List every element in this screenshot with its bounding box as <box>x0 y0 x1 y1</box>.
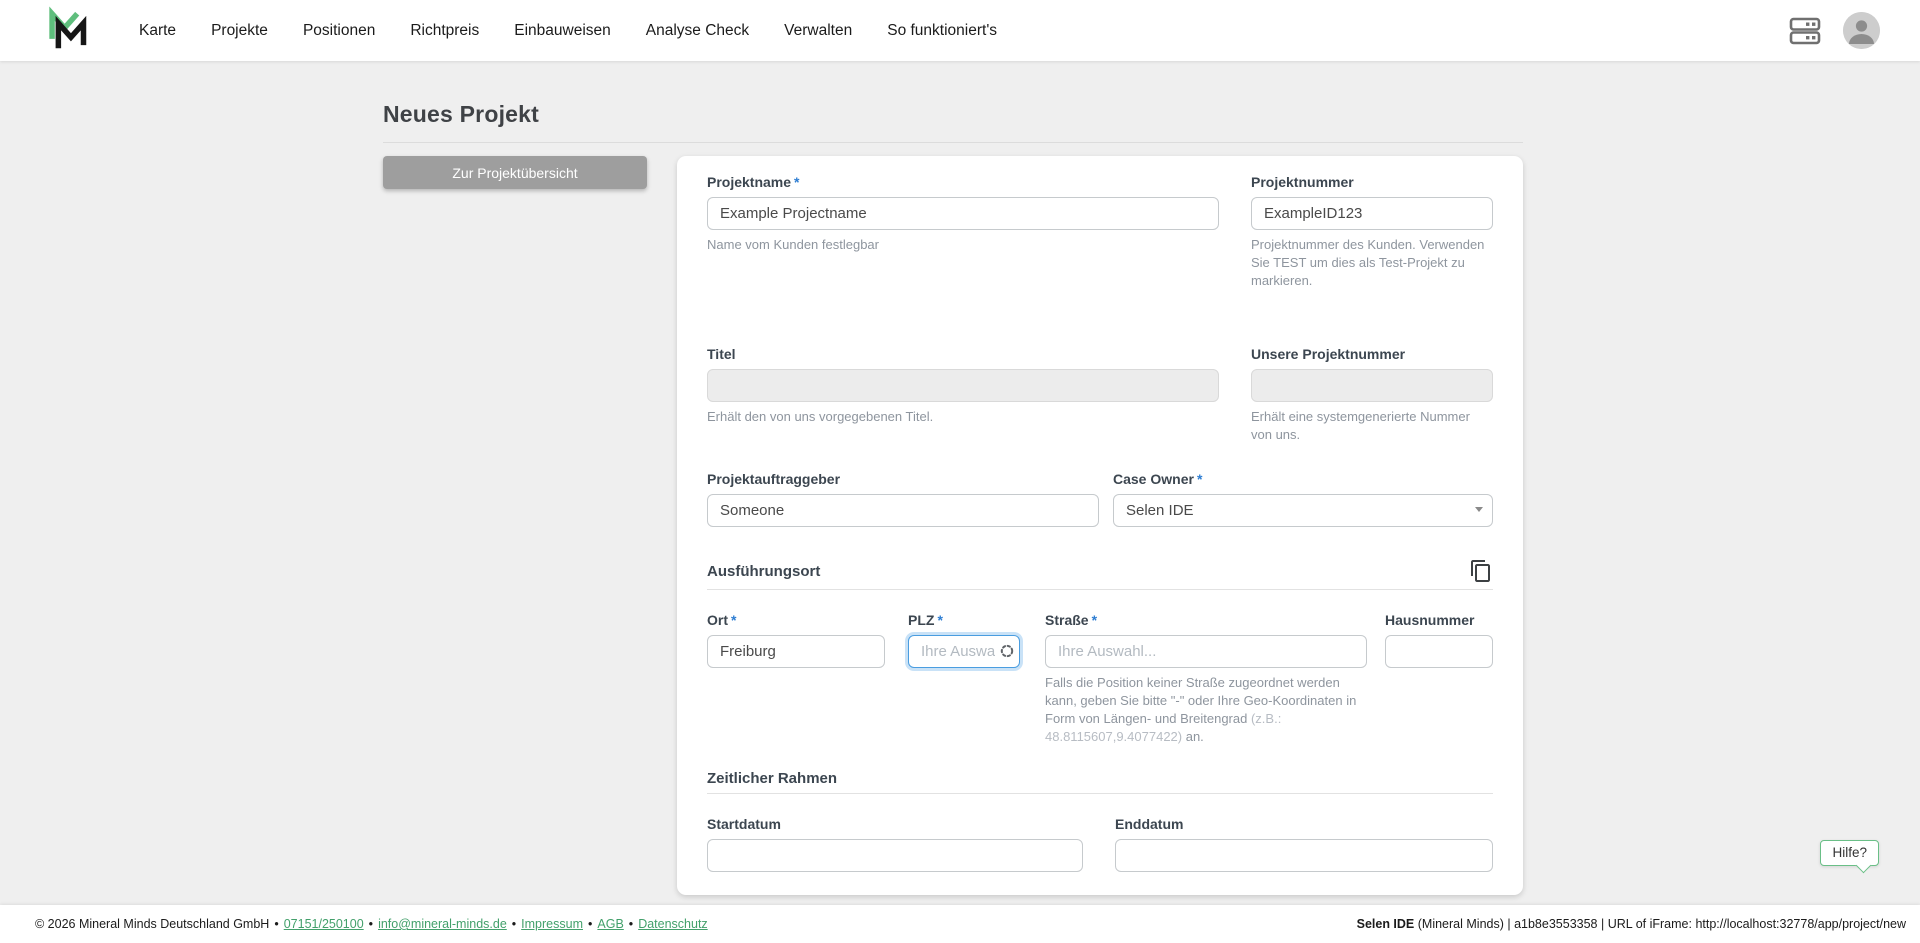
ausfuehrungsort-section-title: Ausführungsort <box>707 562 821 580</box>
strasse-field: Straße* Falls die Position keiner Straße… <box>1045 612 1367 746</box>
unsere-projektnummer-label: Unsere Projektnummer <box>1251 346 1406 362</box>
startdatum-input[interactable] <box>707 839 1083 872</box>
titel-label: Titel <box>707 346 736 362</box>
user-avatar-icon[interactable] <box>1843 12 1880 49</box>
unsere-projektnummer-helper: Erhält eine systemgenerierte Nummer von … <box>1251 409 1470 442</box>
enddatum-label: Enddatum <box>1115 816 1184 832</box>
startdatum-label: Startdatum <box>707 816 781 832</box>
nav-verwalten[interactable]: Verwalten <box>784 22 852 40</box>
copyright-text: © 2026 Mineral Minds Deutschland GmbH <box>35 917 270 931</box>
projektnummer-field: Projektnummer Projektnummer des Kunden. … <box>1251 174 1493 290</box>
nav-so-funktionierts[interactable]: So funktioniert's <box>887 22 997 40</box>
nav-projekte[interactable]: Projekte <box>211 22 268 40</box>
required-marker: * <box>1091 612 1098 628</box>
main-content: Neues Projekt Zur Projektübersicht Proje… <box>383 61 1906 943</box>
case-owner-field: Case Owner * <box>1113 471 1493 527</box>
unsere-projektnummer-field: Unsere Projektnummer Erhält eine systemg… <box>1251 346 1493 444</box>
page-title: Neues Projekt <box>383 101 539 127</box>
chevron-down-icon <box>1475 507 1483 512</box>
zur-projektuebersicht-button[interactable]: Zur Projektübersicht <box>383 156 647 189</box>
project-form-card: Projektname* Name vom Kunden festlegbar … <box>677 156 1523 895</box>
projektauftraggeber-label: Projektauftraggeber <box>707 471 841 487</box>
enddatum-field: Enddatum <box>1115 816 1493 872</box>
strasse-label: Straße <box>1045 612 1089 628</box>
projektauftraggeber-field: Projektauftraggeber <box>707 471 1099 527</box>
session-info: Selen IDE (Mineral Minds) | a1b8e3553358… <box>1356 917 1906 931</box>
projektauftraggeber-input[interactable] <box>707 494 1099 527</box>
main-nav: Karte Projekte Positionen Richtpreis Ein… <box>139 22 997 40</box>
projektname-field: Projektname* Name vom Kunden festlegbar <box>707 174 1219 254</box>
plz-field: PLZ * <box>908 612 1020 668</box>
logo-icon <box>49 5 87 48</box>
footer-link-phone[interactable]: 07151/250100 <box>284 917 364 931</box>
loading-spinner-icon <box>1000 644 1014 663</box>
case-owner-label: Case Owner <box>1113 471 1194 487</box>
projektnummer-helper: Projektnummer des Kunden. Verwenden Sie … <box>1251 237 1485 288</box>
hilfe-button[interactable]: Hilfe? <box>1820 840 1879 866</box>
enddatum-input[interactable] <box>1115 839 1493 872</box>
projektname-label: Projektname <box>707 174 792 190</box>
zeitlicher-rahmen-section-title: Zeitlicher Rahmen <box>707 770 838 787</box>
nav-positionen[interactable]: Positionen <box>303 22 375 40</box>
plz-label: PLZ <box>908 612 935 628</box>
startdatum-field: Startdatum <box>707 816 1083 872</box>
strasse-input[interactable] <box>1045 635 1367 668</box>
section-divider <box>707 589 1493 590</box>
hausnummer-label: Hausnummer <box>1385 612 1475 628</box>
footer-link-agb[interactable]: AGB <box>597 917 623 931</box>
hausnummer-field: Hausnummer <box>1385 612 1493 668</box>
ort-label: Ort <box>707 612 728 628</box>
ort-input[interactable] <box>707 635 885 668</box>
unsere-projektnummer-input <box>1251 369 1493 402</box>
titel-field: Titel Erhält den von uns vorgegebenen Ti… <box>707 346 1219 426</box>
copy-icon[interactable] <box>1469 559 1493 583</box>
titel-helper: Erhält den von uns vorgegebenen Titel. <box>707 409 934 424</box>
nav-einbauweisen[interactable]: Einbauweisen <box>514 22 611 40</box>
hausnummer-input[interactable] <box>1385 635 1493 668</box>
footer-link-email[interactable]: info@mineral-minds.de <box>378 917 507 931</box>
mineral-minds-logo[interactable] <box>45 5 91 57</box>
strasse-helper: Falls die Position keiner Straße zugeord… <box>1045 675 1357 744</box>
projektname-input[interactable] <box>707 197 1219 230</box>
server-icon[interactable] <box>1789 16 1821 46</box>
case-owner-select[interactable] <box>1113 494 1493 527</box>
app-header: Karte Projekte Positionen Richtpreis Ein… <box>0 0 1920 61</box>
required-marker: * <box>731 612 737 628</box>
section-divider <box>707 793 1493 794</box>
required-marker: * <box>937 612 943 628</box>
projektnummer-label: Projektnummer <box>1251 174 1354 190</box>
required-marker: * <box>794 174 800 190</box>
nav-analyse-check[interactable]: Analyse Check <box>646 22 749 40</box>
required-marker: * <box>1196 471 1203 487</box>
titel-input <box>707 369 1219 402</box>
footer-link-impressum[interactable]: Impressum <box>521 917 583 931</box>
projektnummer-input[interactable] <box>1251 197 1493 230</box>
title-divider <box>383 142 1523 143</box>
ort-field: Ort * <box>707 612 885 668</box>
nav-richtpreis[interactable]: Richtpreis <box>410 22 479 40</box>
projektname-helper: Name vom Kunden festlegbar <box>707 237 879 252</box>
nav-karte[interactable]: Karte <box>139 22 176 40</box>
footer-link-datenschutz[interactable]: Datenschutz <box>638 917 707 931</box>
page-footer: © 2026 Mineral Minds Deutschland GmbH • … <box>0 905 1920 943</box>
